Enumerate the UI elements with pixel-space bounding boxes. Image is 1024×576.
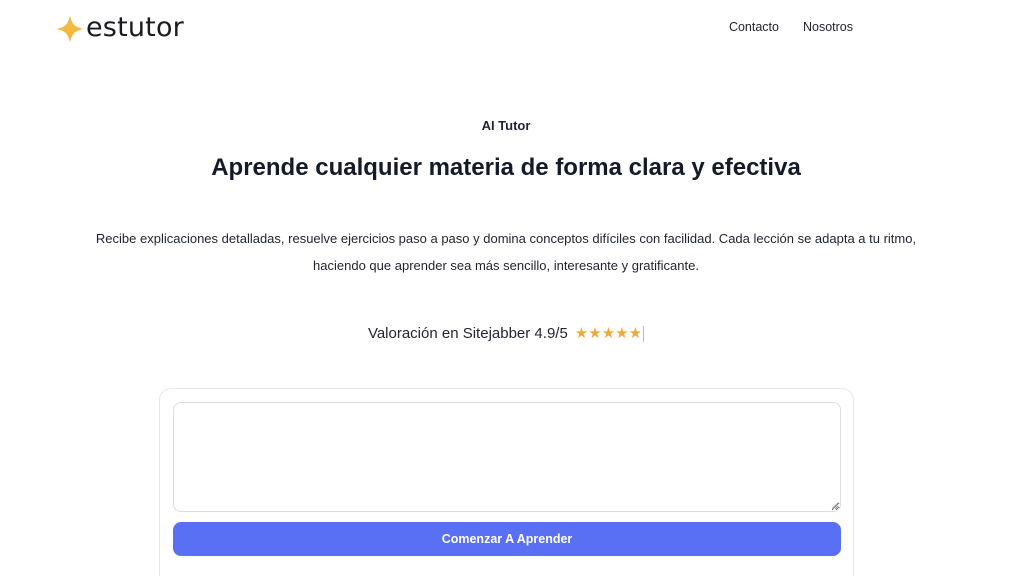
- star-icon: ★: [574, 324, 589, 342]
- rating-row: Valoración en Sitejabber 4.9/5 ★ ★ ★ ★ ★…: [0, 325, 1012, 342]
- page: estutor Contacto Nosotros AI Tutor Apren…: [0, 0, 1024, 576]
- page-title: Aprende cualquier materia de forma clara…: [211, 154, 801, 181]
- prompt-textarea[interactable]: [173, 402, 841, 512]
- nav-link-contacto[interactable]: Contacto: [729, 20, 779, 34]
- description-line-1: Recibe explicaciones detalladas, resuelv…: [95, 231, 917, 246]
- rating-label: Valoración en Sitejabber 4.9/5: [367, 325, 568, 342]
- brand-logo-link[interactable]: estutor: [55, 10, 184, 44]
- rating-stars: ★ ★ ★ ★ ★ ★: [574, 324, 645, 342]
- nav-link-nosotros[interactable]: Nosotros: [803, 20, 853, 34]
- top-nav: Contacto Nosotros: [729, 20, 853, 34]
- star-icon: ★: [615, 324, 629, 342]
- four-point-star-icon: [56, 15, 84, 43]
- eyebrow-label: AI Tutor: [481, 118, 531, 133]
- prompt-card: Comenzar A Aprender: [159, 388, 854, 576]
- star-icon: ★: [588, 324, 602, 342]
- hero-description: Recibe explicaciones detalladas, resuelv…: [60, 226, 952, 279]
- text-caret: [643, 325, 645, 342]
- site-header: estutor Contacto Nosotros: [0, 0, 1024, 56]
- description-line-2: haciendo que aprender sea más sencillo, …: [313, 257, 699, 273]
- partial-star-icon: ★ ★: [628, 324, 643, 342]
- star-icon: ★: [601, 324, 616, 342]
- brand-name: estutor: [86, 11, 184, 43]
- start-learning-button[interactable]: Comenzar A Aprender: [173, 522, 841, 556]
